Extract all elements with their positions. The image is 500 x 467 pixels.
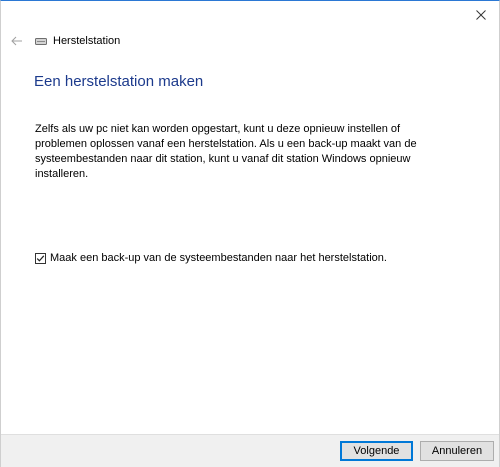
checkmark-icon xyxy=(36,254,45,262)
backup-option[interactable]: Maak een back-up van de systeembestanden… xyxy=(35,252,387,264)
page-description: Zelfs als uw pc niet kan worden opgestar… xyxy=(35,123,417,180)
back-arrow-icon xyxy=(11,36,22,46)
back-button[interactable] xyxy=(9,33,25,49)
wizard-header: Herstelstation xyxy=(9,31,120,51)
drive-icon xyxy=(35,37,47,45)
backup-checkbox[interactable] xyxy=(35,252,46,264)
wizard-header-title: Herstelstation xyxy=(53,35,121,47)
close-button[interactable] xyxy=(471,5,491,25)
backup-checkbox-label[interactable]: Maak een back-up van de systeembestanden… xyxy=(50,252,387,264)
cancel-button[interactable]: Annuleren xyxy=(420,441,494,461)
next-button[interactable]: Volgende xyxy=(340,441,413,461)
wizard-footer: Volgende Annuleren xyxy=(1,434,499,467)
close-icon xyxy=(476,10,486,20)
page-title: Een herstelstation maken xyxy=(34,73,204,90)
wizard-window: Herstelstation Een herstelstation maken … xyxy=(0,0,500,467)
